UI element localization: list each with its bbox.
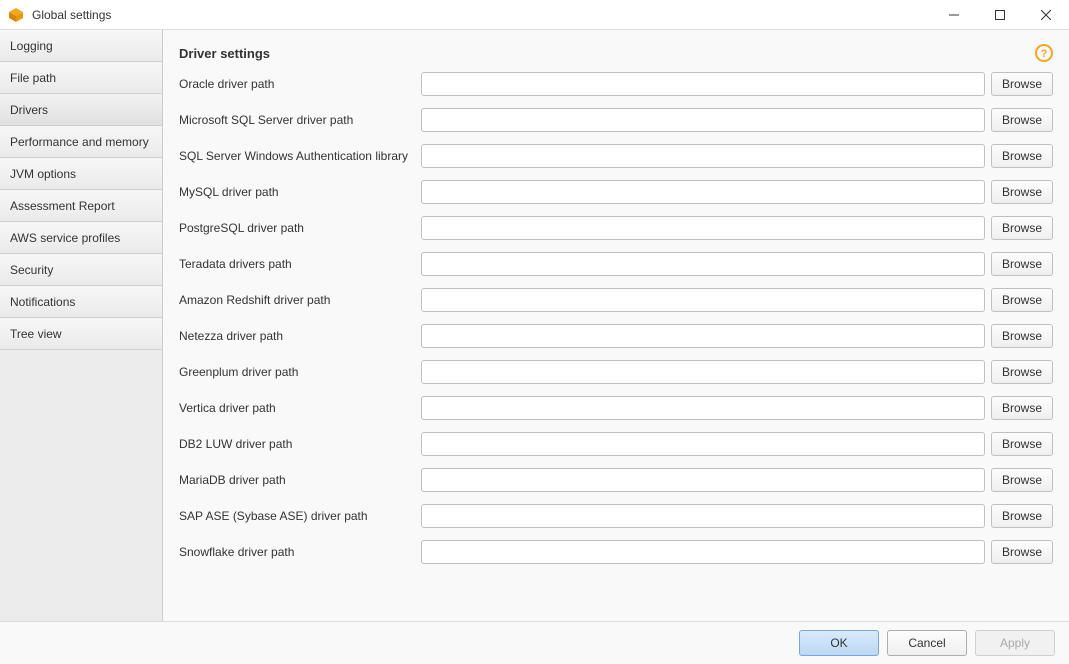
input-teradata[interactable]	[421, 252, 985, 276]
label-db2luw: DB2 LUW driver path	[179, 437, 415, 451]
row-netezza: Netezza driver path Browse	[179, 324, 1053, 348]
browse-sqlserver-auth[interactable]: Browse	[991, 144, 1053, 168]
browse-greenplum[interactable]: Browse	[991, 360, 1053, 384]
close-button[interactable]	[1023, 0, 1069, 29]
row-greenplum: Greenplum driver path Browse	[179, 360, 1053, 384]
sidebar-item-notifications[interactable]: Notifications	[0, 286, 162, 318]
row-mysql: MySQL driver path Browse	[179, 180, 1053, 204]
ok-button[interactable]: OK	[799, 630, 879, 656]
input-redshift[interactable]	[421, 288, 985, 312]
sidebar-item-label: AWS service profiles	[10, 231, 120, 245]
sidebar-item-drivers[interactable]: Drivers	[0, 94, 162, 126]
row-mariadb: MariaDB driver path Browse	[179, 468, 1053, 492]
input-sqlserver-auth[interactable]	[421, 144, 985, 168]
titlebar: Global settings	[0, 0, 1069, 30]
row-vertica: Vertica driver path Browse	[179, 396, 1053, 420]
label-netezza: Netezza driver path	[179, 329, 415, 343]
apply-button[interactable]: Apply	[975, 630, 1055, 656]
sidebar-item-security[interactable]: Security	[0, 254, 162, 286]
row-sapase: SAP ASE (Sybase ASE) driver path Browse	[179, 504, 1053, 528]
input-mysql[interactable]	[421, 180, 985, 204]
svg-text:?: ?	[1041, 48, 1048, 60]
sidebar-item-label: Logging	[10, 39, 53, 53]
sidebar-item-assessment-report[interactable]: Assessment Report	[0, 190, 162, 222]
row-sqlserver-auth: SQL Server Windows Authentication librar…	[179, 144, 1053, 168]
browse-db2luw[interactable]: Browse	[991, 432, 1053, 456]
sidebar-item-label: File path	[10, 71, 56, 85]
browse-mssql[interactable]: Browse	[991, 108, 1053, 132]
row-db2luw: DB2 LUW driver path Browse	[179, 432, 1053, 456]
label-sapase: SAP ASE (Sybase ASE) driver path	[179, 509, 415, 523]
label-postgresql: PostgreSQL driver path	[179, 221, 415, 235]
sidebar-item-file-path[interactable]: File path	[0, 62, 162, 94]
content-area: Logging File path Drivers Performance an…	[0, 30, 1069, 621]
form-area: Oracle driver path Browse Microsoft SQL …	[163, 72, 1069, 621]
row-snowflake: Snowflake driver path Browse	[179, 540, 1053, 564]
help-icon[interactable]: ?	[1035, 44, 1053, 62]
minimize-button[interactable]	[931, 0, 977, 29]
label-redshift: Amazon Redshift driver path	[179, 293, 415, 307]
label-greenplum: Greenplum driver path	[179, 365, 415, 379]
browse-sapase[interactable]: Browse	[991, 504, 1053, 528]
label-vertica: Vertica driver path	[179, 401, 415, 415]
browse-postgresql[interactable]: Browse	[991, 216, 1053, 240]
sidebar-item-label: Tree view	[10, 327, 62, 341]
footer: OK Cancel Apply	[0, 621, 1069, 664]
input-mssql[interactable]	[421, 108, 985, 132]
label-oracle: Oracle driver path	[179, 77, 415, 91]
browse-teradata[interactable]: Browse	[991, 252, 1053, 276]
main-header: Driver settings ?	[163, 30, 1069, 72]
main-panel: Driver settings ? Oracle driver path Bro…	[163, 30, 1069, 621]
input-sapase[interactable]	[421, 504, 985, 528]
sidebar: Logging File path Drivers Performance an…	[0, 30, 163, 621]
input-vertica[interactable]	[421, 396, 985, 420]
browse-redshift[interactable]: Browse	[991, 288, 1053, 312]
sidebar-item-logging[interactable]: Logging	[0, 30, 162, 62]
browse-snowflake[interactable]: Browse	[991, 540, 1053, 564]
sidebar-item-performance[interactable]: Performance and memory	[0, 126, 162, 158]
input-netezza[interactable]	[421, 324, 985, 348]
browse-mysql[interactable]: Browse	[991, 180, 1053, 204]
input-postgresql[interactable]	[421, 216, 985, 240]
input-mariadb[interactable]	[421, 468, 985, 492]
row-postgresql: PostgreSQL driver path Browse	[179, 216, 1053, 240]
label-mariadb: MariaDB driver path	[179, 473, 415, 487]
row-teradata: Teradata drivers path Browse	[179, 252, 1053, 276]
input-db2luw[interactable]	[421, 432, 985, 456]
sidebar-item-tree-view[interactable]: Tree view	[0, 318, 162, 350]
input-greenplum[interactable]	[421, 360, 985, 384]
sidebar-item-label: Notifications	[10, 295, 75, 309]
cancel-button[interactable]: Cancel	[887, 630, 967, 656]
sidebar-item-label: Drivers	[10, 103, 48, 117]
label-mssql: Microsoft SQL Server driver path	[179, 113, 415, 127]
browse-netezza[interactable]: Browse	[991, 324, 1053, 348]
page-heading: Driver settings	[179, 46, 1035, 61]
input-oracle[interactable]	[421, 72, 985, 96]
sidebar-item-label: JVM options	[10, 167, 76, 181]
sidebar-item-label: Security	[10, 263, 53, 277]
browse-mariadb[interactable]: Browse	[991, 468, 1053, 492]
window-controls	[931, 0, 1069, 29]
window-title: Global settings	[32, 8, 931, 22]
label-mysql: MySQL driver path	[179, 185, 415, 199]
browse-vertica[interactable]: Browse	[991, 396, 1053, 420]
label-snowflake: Snowflake driver path	[179, 545, 415, 559]
label-sqlserver-auth: SQL Server Windows Authentication librar…	[179, 149, 415, 163]
app-icon	[8, 7, 24, 23]
sidebar-item-jvm-options[interactable]: JVM options	[0, 158, 162, 190]
sidebar-item-label: Performance and memory	[10, 135, 149, 149]
input-snowflake[interactable]	[421, 540, 985, 564]
row-mssql: Microsoft SQL Server driver path Browse	[179, 108, 1053, 132]
browse-oracle[interactable]: Browse	[991, 72, 1053, 96]
label-teradata: Teradata drivers path	[179, 257, 415, 271]
sidebar-item-label: Assessment Report	[10, 199, 115, 213]
sidebar-item-aws-service-profiles[interactable]: AWS service profiles	[0, 222, 162, 254]
row-oracle: Oracle driver path Browse	[179, 72, 1053, 96]
maximize-button[interactable]	[977, 0, 1023, 29]
row-redshift: Amazon Redshift driver path Browse	[179, 288, 1053, 312]
